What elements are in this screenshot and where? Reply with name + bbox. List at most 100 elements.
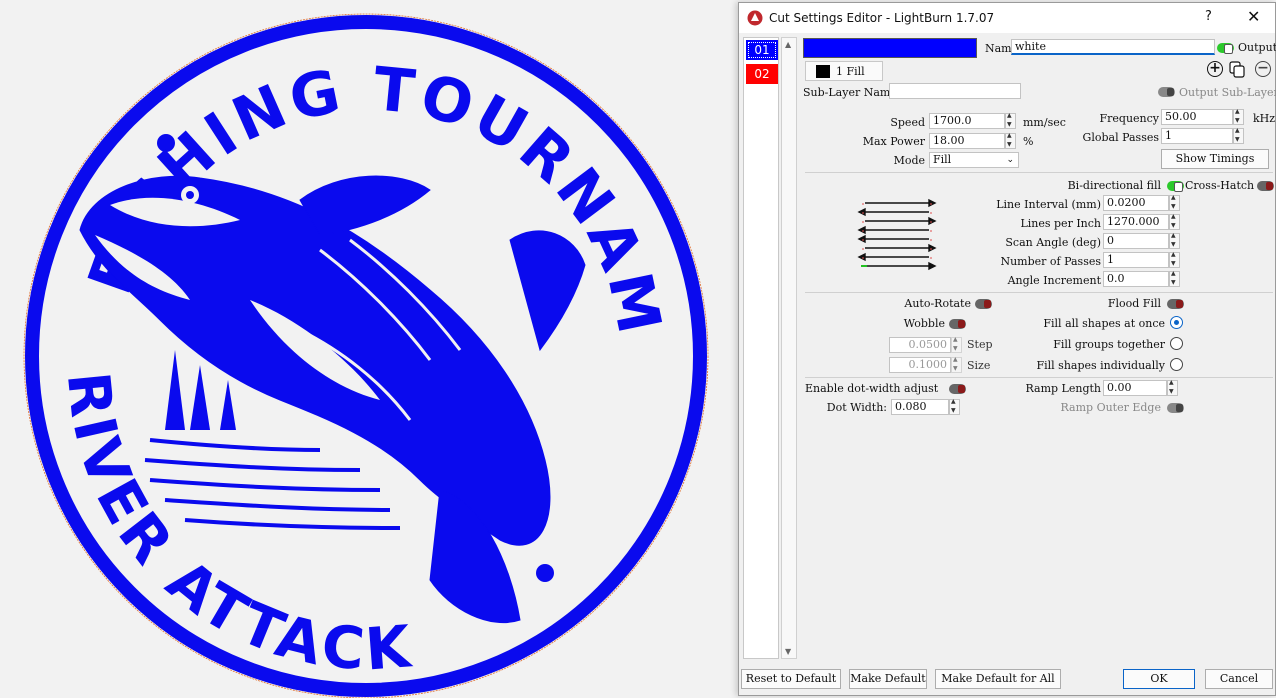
frequency-label: Frequency [1099, 112, 1160, 125]
max-power-unit: % [1023, 135, 1034, 148]
scan-angle-field[interactable]: 0 [1103, 233, 1169, 249]
speed-unit: mm/sec [1023, 116, 1066, 129]
scroll-down-icon[interactable]: ▼ [785, 647, 791, 656]
output-label: Output [1238, 41, 1276, 54]
cancel-button[interactable]: Cancel [1205, 669, 1273, 689]
reset-to-default-button[interactable]: Reset to Default [741, 669, 841, 689]
angle-increment-field[interactable]: 0.0 [1103, 271, 1169, 287]
angle-increment-spinner[interactable] [1169, 270, 1180, 287]
flood-fill-label: Flood Fill [1107, 297, 1161, 310]
fill-individually-label: Fill shapes individually [1036, 359, 1166, 372]
help-icon[interactable]: ? [1205, 9, 1212, 24]
global-passes-field[interactable]: 1 [1161, 128, 1233, 144]
sublayer-tab-fill[interactable]: 1 Fill [805, 61, 883, 81]
ramp-outer-edge-toggle[interactable] [1167, 403, 1184, 413]
frequency-spinner[interactable] [1233, 108, 1244, 125]
line-interval-field[interactable]: 0.0200 [1103, 195, 1169, 211]
sublayer-color-swatch [816, 65, 830, 78]
mode-select[interactable]: Fill ⌄ [929, 152, 1019, 168]
frequency-unit: kHz [1253, 112, 1276, 125]
chevron-down-icon: ⌄ [1006, 155, 1014, 165]
line-interval-label: Line Interval (mm) [996, 198, 1101, 211]
speed-label: Speed [890, 116, 925, 129]
ramp-length-field[interactable]: 0.00 [1103, 380, 1167, 396]
fill-groups-radio[interactable] [1170, 337, 1183, 350]
wobble-size-spinner[interactable] [951, 356, 962, 373]
name-field[interactable]: white [1011, 39, 1215, 55]
lines-per-inch-label: Lines per Inch [1020, 217, 1101, 230]
fill-all-shapes-label: Fill all shapes at once [1043, 317, 1165, 330]
dialog-title: Cut Settings Editor - LightBurn 1.7.07 [769, 11, 995, 25]
mode-label: Mode [893, 154, 925, 167]
speed-field[interactable]: 1700.0 [929, 113, 1005, 129]
scan-angle-spinner[interactable] [1169, 232, 1180, 249]
bidirectional-fill-label: Bi-directional fill [1067, 179, 1161, 192]
frequency-field[interactable]: 50.00 [1161, 109, 1233, 125]
dialog-titlebar: Cut Settings Editor - LightBurn 1.7.07 ?… [739, 3, 1275, 33]
lines-per-inch-field[interactable]: 1270.000 [1103, 214, 1169, 230]
sublayer-name-label: Sub-Layer Name [803, 86, 897, 99]
fill-all-shapes-radio[interactable] [1170, 316, 1183, 329]
dot-width-adjust-label: Enable dot-width adjust [805, 382, 939, 395]
auto-rotate-toggle[interactable] [975, 299, 992, 309]
fill-individually-radio[interactable] [1170, 358, 1183, 371]
number-of-passes-spinner[interactable] [1169, 251, 1180, 268]
make-default-button[interactable]: Make Default [849, 669, 927, 689]
max-power-label: Max Power [862, 135, 925, 148]
output-sublayer-label: Output Sub-Layer [1179, 86, 1276, 99]
auto-rotate-label: Auto-Rotate [904, 297, 971, 310]
scan-angle-label: Scan Angle (deg) [1005, 236, 1101, 249]
copy-sublayer-icon[interactable] [1229, 61, 1246, 78]
ramp-outer-edge-label: Ramp Outer Edge [1060, 401, 1161, 414]
speed-spinner[interactable] [1005, 112, 1016, 129]
global-passes-label: Global Passes [1082, 131, 1159, 144]
max-power-field[interactable]: 18.00 [929, 133, 1005, 149]
show-timings-button[interactable]: Show Timings [1161, 149, 1269, 169]
layer-list-scrollbar[interactable]: ▲ ▼ [781, 37, 797, 659]
layer-item-01[interactable]: 01 [746, 40, 778, 60]
cross-hatch-label: Cross-Hatch [1185, 179, 1255, 192]
dot-width-field[interactable]: 0.080 [891, 399, 949, 415]
output-sublayer-toggle[interactable] [1158, 87, 1175, 97]
fill-direction-preview [857, 198, 937, 271]
bidirectional-fill-toggle[interactable] [1167, 181, 1184, 192]
make-default-for-all-button[interactable]: Make Default for All [935, 669, 1061, 689]
ramp-length-label: Ramp Length [1025, 382, 1101, 395]
line-interval-spinner[interactable] [1169, 194, 1180, 211]
add-sublayer-icon[interactable]: + [1207, 61, 1223, 77]
wobble-step-spinner[interactable] [951, 336, 962, 353]
ok-button[interactable]: OK [1123, 669, 1195, 689]
global-passes-spinner[interactable] [1233, 127, 1244, 144]
layer-item-02[interactable]: 02 [746, 64, 778, 84]
size-label: Size [967, 359, 991, 372]
number-of-passes-field[interactable]: 1 [1103, 252, 1169, 268]
separator [805, 292, 1273, 293]
design-canvas[interactable]: FISHING TOURNAMENT RIVER ATTACK [0, 0, 740, 698]
separator [805, 172, 1273, 173]
number-of-passes-label: Number of Passes [1000, 255, 1101, 268]
output-toggle[interactable] [1217, 43, 1234, 54]
lines-per-inch-spinner[interactable] [1169, 213, 1180, 230]
cut-settings-editor-dialog: Cut Settings Editor - LightBurn 1.7.07 ?… [738, 2, 1276, 696]
wobble-step-field[interactable]: 0.0500 [889, 337, 951, 353]
layer-list: 01 02 [743, 37, 779, 659]
fishing-logo-artwork[interactable]: FISHING TOURNAMENT RIVER ATTACK [0, 0, 740, 698]
flood-fill-toggle[interactable] [1167, 299, 1184, 309]
remove-sublayer-icon[interactable]: − [1255, 61, 1271, 77]
dot-width-spinner[interactable] [949, 398, 960, 415]
angle-increment-label: Angle Increment [1007, 274, 1101, 287]
dot-width-adjust-toggle[interactable] [949, 384, 966, 394]
cross-hatch-toggle[interactable] [1257, 181, 1274, 191]
close-icon[interactable]: ✕ [1247, 7, 1260, 26]
ramp-length-spinner[interactable] [1167, 379, 1178, 396]
layer-color-swatch[interactable] [803, 38, 977, 58]
lightburn-app-icon [747, 10, 763, 26]
sublayer-name-field[interactable] [889, 83, 1021, 99]
dot-width-label: Dot Width: [826, 401, 887, 414]
sublayer-tab-label: 1 Fill [836, 65, 865, 78]
wobble-size-field[interactable]: 0.1000 [889, 357, 951, 373]
scroll-up-icon[interactable]: ▲ [785, 40, 791, 49]
wobble-label: Wobble [903, 317, 945, 330]
max-power-spinner[interactable] [1005, 132, 1016, 149]
wobble-toggle[interactable] [949, 319, 966, 329]
